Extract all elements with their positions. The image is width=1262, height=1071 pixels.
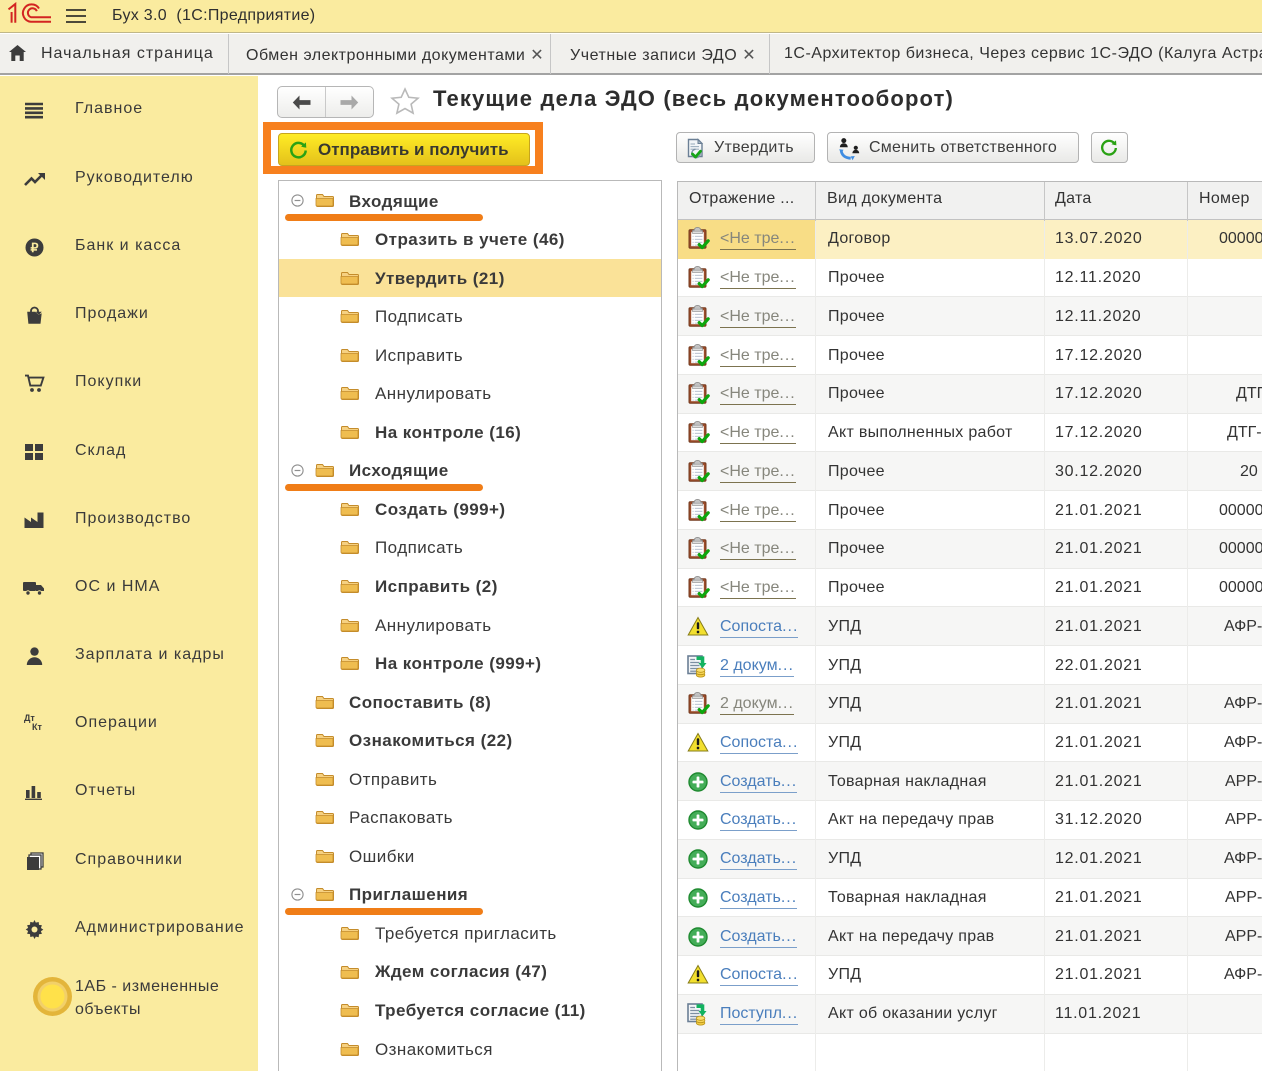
svg-text:₽: ₽ bbox=[31, 241, 40, 255]
